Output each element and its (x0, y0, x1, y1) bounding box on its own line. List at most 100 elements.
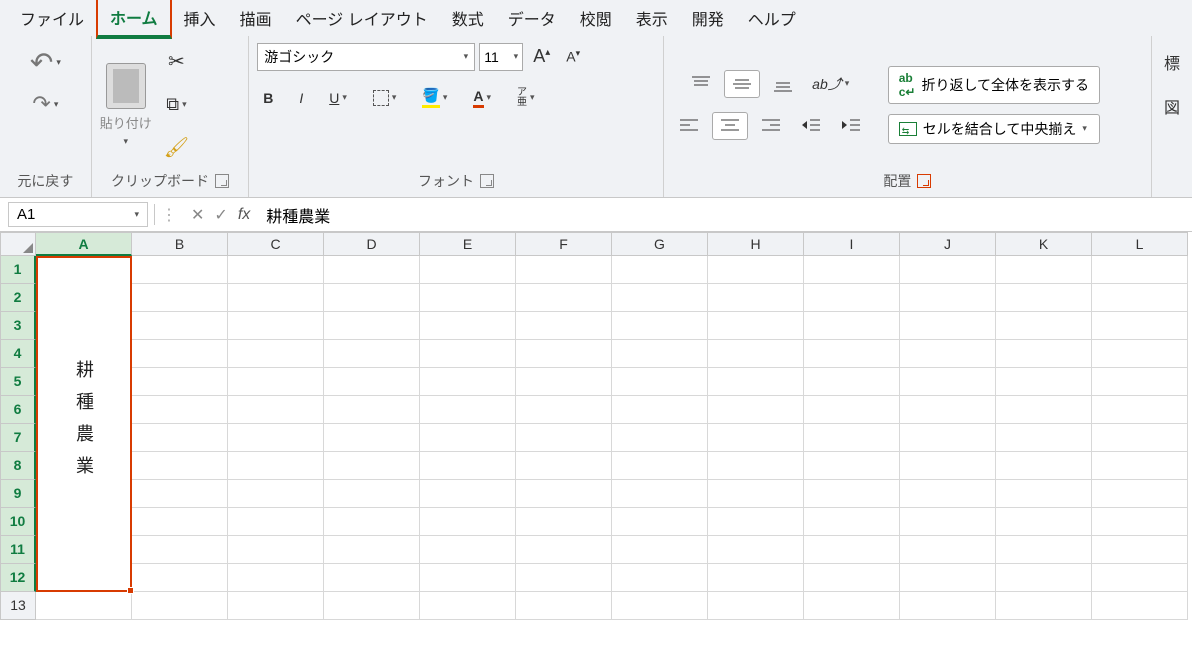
row-header[interactable]: 7 (0, 424, 36, 452)
column-header-H[interactable]: H (708, 232, 804, 256)
column-header-D[interactable]: D (324, 232, 420, 256)
font-color-button[interactable]: A▾ (467, 84, 497, 112)
menu-home[interactable]: ホーム (96, 0, 172, 39)
align-right-button[interactable] (754, 113, 788, 139)
border-button[interactable]: ▾ (367, 86, 403, 110)
merge-center-button[interactable]: ⇆ セルを結合して中央揃え ▾ (888, 114, 1100, 144)
row-header[interactable]: 6 (0, 396, 36, 424)
bucket-icon: 🪣 (422, 87, 439, 108)
menu-insert[interactable]: 挿入 (172, 0, 228, 36)
align-top-button[interactable] (684, 71, 718, 97)
row-header[interactable]: 9 (0, 480, 36, 508)
name-box[interactable]: A1▾ (8, 202, 148, 227)
ribbon-group-alignment: ab⤴▾ abc↵ 折り返して全体を表示する ⇆ セルを結合して中央揃え (664, 36, 1152, 197)
row-header[interactable]: 10 (0, 508, 36, 536)
row-header[interactable]: 3 (0, 312, 36, 340)
chevron-down-icon: ▾ (514, 51, 519, 62)
font-size-select[interactable]: 11▾ (479, 43, 523, 71)
column-header-E[interactable]: E (420, 232, 516, 256)
phonetic-button[interactable]: ア 亜▾ (511, 84, 541, 112)
row-header[interactable]: 1 (0, 256, 36, 284)
row-header[interactable]: 8 (0, 452, 36, 480)
menu-developer[interactable]: 開発 (680, 0, 736, 36)
fill-handle[interactable] (127, 587, 134, 594)
formula-input[interactable] (258, 198, 1192, 231)
redo-icon: ↷ (32, 91, 50, 117)
cells-area[interactable]: 耕種農業 (36, 256, 1188, 620)
fill-color-button[interactable]: 🪣▾ (416, 83, 453, 112)
decrease-font-button[interactable]: A▾ (560, 44, 586, 69)
bold-button[interactable]: B (257, 86, 279, 110)
undo-button[interactable]: ↶▾ (24, 42, 67, 83)
align-left-button[interactable] (672, 113, 706, 139)
formula-bar: A1▾ ⋮ ✕ ✓ fx (0, 198, 1192, 232)
column-header-L[interactable]: L (1092, 232, 1188, 256)
menu-data[interactable]: データ (496, 0, 568, 36)
row-header[interactable]: 12 (0, 564, 36, 592)
orientation-icon: ab⤴ (812, 74, 842, 94)
align-bottom-icon (772, 75, 794, 93)
row-header[interactable]: 4 (0, 340, 36, 368)
increase-font-icon: A▴ (533, 46, 550, 67)
menu-page-layout[interactable]: ページ レイアウト (284, 0, 440, 36)
row-header[interactable]: 13 (0, 592, 36, 620)
clipboard-group-label: クリップボード (111, 171, 209, 191)
column-header-J[interactable]: J (900, 232, 996, 256)
column-header-F[interactable]: F (516, 232, 612, 256)
menu-formulas[interactable]: 数式 (440, 0, 496, 36)
font-launcher[interactable] (480, 174, 494, 188)
column-header-A[interactable]: A (36, 232, 132, 256)
enter-icon[interactable]: ✓ (214, 205, 227, 225)
cancel-icon[interactable]: ✕ (191, 205, 204, 225)
align-left-icon (678, 117, 700, 135)
decrease-indent-button[interactable] (794, 113, 828, 139)
ribbon: ↶▾ ↷▾ 元に戻す 貼り付け ▾ ✂ ⧉▾ 🖌 クリップボード 游ゴシック▾ … (0, 36, 1192, 198)
menu-draw[interactable]: 描画 (228, 0, 284, 36)
ribbon-group-clipboard: 貼り付け ▾ ✂ ⧉▾ 🖌 クリップボード (92, 36, 249, 197)
align-center-icon (719, 117, 741, 135)
clipboard-launcher[interactable] (215, 174, 229, 188)
more-icon[interactable]: ⋮ (155, 205, 183, 225)
column-header-B[interactable]: B (132, 232, 228, 256)
cut-button[interactable]: ✂ (162, 45, 191, 78)
align-bottom-button[interactable] (766, 71, 800, 97)
orientation-button[interactable]: ab⤴▾ (806, 70, 855, 98)
chevron-down-icon: ▾ (845, 78, 850, 89)
selected-merged-cell[interactable]: 耕種農業 (36, 256, 132, 592)
paste-icon (106, 63, 146, 109)
chevron-down-icon: ▾ (392, 92, 397, 103)
increase-font-button[interactable]: A▴ (527, 42, 556, 71)
italic-button[interactable]: I (293, 86, 309, 110)
row-header[interactable]: 5 (0, 368, 36, 396)
alignment-launcher[interactable] (917, 174, 931, 188)
scissors-icon: ✂ (168, 49, 185, 74)
redo-button[interactable]: ↷▾ (26, 87, 64, 121)
chevron-down-icon: ▾ (123, 136, 128, 147)
row-header[interactable]: 2 (0, 284, 36, 312)
column-header-I[interactable]: I (804, 232, 900, 256)
menu-review[interactable]: 校閲 (568, 0, 624, 36)
menu-file[interactable]: ファイル (8, 0, 96, 36)
format-painter-button[interactable]: 🖌 (158, 131, 195, 164)
column-header-C[interactable]: C (228, 232, 324, 256)
row-header[interactable]: 11 (0, 536, 36, 564)
chevron-down-icon: ▾ (56, 57, 61, 68)
copy-button[interactable]: ⧉▾ (160, 90, 192, 119)
column-header-G[interactable]: G (612, 232, 708, 256)
font-color-icon: A (473, 88, 483, 108)
column-header-K[interactable]: K (996, 232, 1092, 256)
ribbon-group-undo: ↶▾ ↷▾ 元に戻す (0, 36, 92, 197)
menu-help[interactable]: ヘルプ (736, 0, 808, 36)
wrap-text-button[interactable]: abc↵ 折り返して全体を表示する (888, 66, 1100, 104)
increase-indent-button[interactable] (834, 113, 868, 139)
menu-view[interactable]: 表示 (624, 0, 680, 36)
fx-icon[interactable]: fx (238, 206, 250, 224)
underline-button[interactable]: U▾ (323, 86, 353, 110)
select-all-corner[interactable] (0, 232, 36, 256)
chevron-down-icon: ▾ (54, 99, 59, 110)
chevron-down-icon: ▾ (182, 99, 187, 110)
align-center-button[interactable] (712, 112, 748, 140)
align-middle-button[interactable] (724, 70, 760, 98)
paste-button[interactable]: 貼り付け ▾ (100, 63, 152, 147)
font-name-select[interactable]: 游ゴシック▾ (257, 43, 475, 71)
